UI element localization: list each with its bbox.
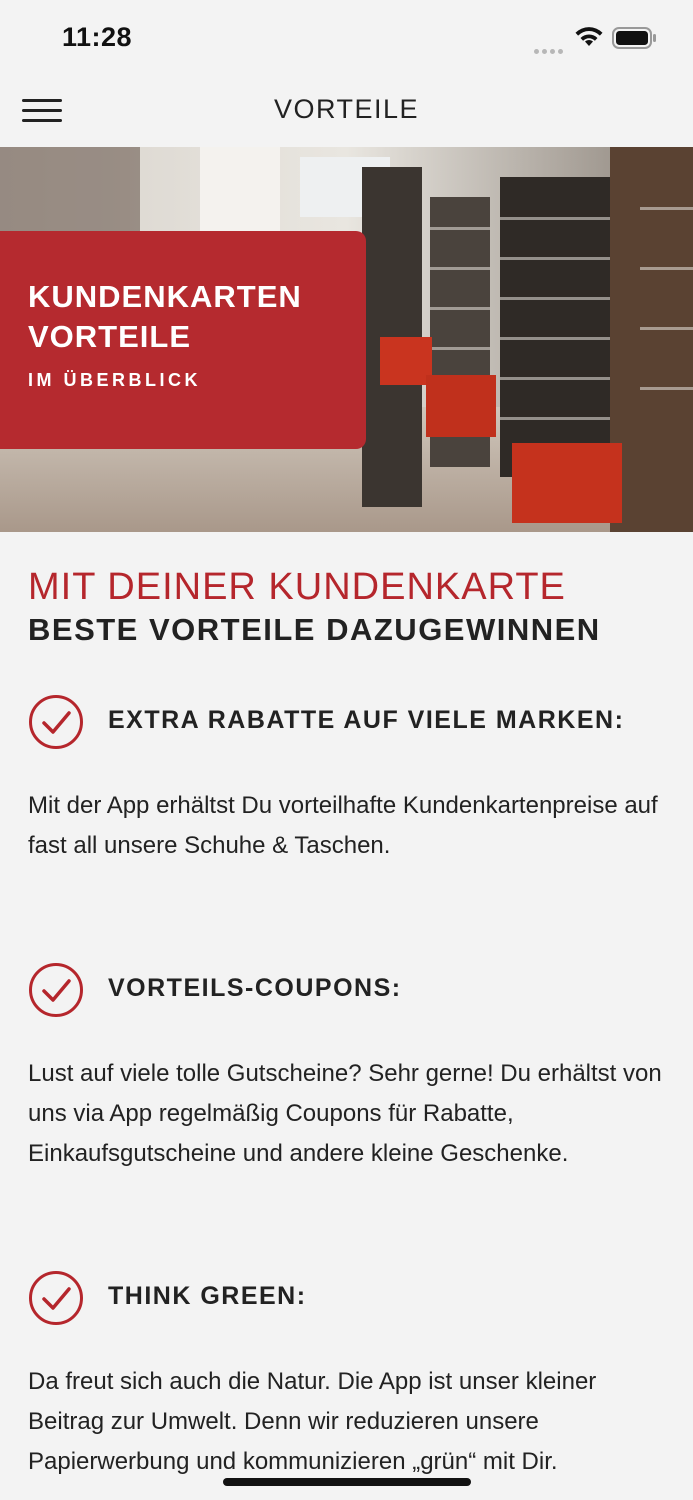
check-circle-icon [29,963,83,1017]
benefit-title: THINK GREEN: [108,1282,307,1310]
check-circle-icon [29,695,83,749]
hero-card: KUNDENKARTEN VORTEILE IM ÜBERBLICK [0,231,366,449]
battery-icon [612,27,656,49]
hero-title-line1: KUNDENKARTEN [28,279,302,314]
benefit-title: EXTRA RABATTE AUF VIELE MARKEN: [108,706,625,734]
hero-subtitle: IM ÜBERBLICK [28,370,201,390]
wifi-icon [575,27,603,46]
nav-bar: VORTEILE [0,76,693,146]
status-bar: 11:28 [0,0,693,76]
hero-banner: KUNDENKARTEN VORTEILE IM ÜBERBLICK [0,147,693,532]
status-time: 11:28 [62,22,133,52]
benefit-text: Lust auf viele tolle Gutscheine? Sehr ge… [28,1060,662,1167]
benefit-title: VORTEILS-COUPONS: [108,974,402,1002]
check-circle-icon [29,1271,83,1325]
headline-red: MIT DEINER KUNDENKARTE [28,566,566,608]
page-title: VORTEILE [273,94,420,124]
hero-title-line2: VORTEILE [28,319,192,354]
headline-dark: BESTE VORTEILE DAZUGEWINNEN [28,612,601,647]
home-indicator[interactable] [223,1478,471,1486]
benefit-text: Da freut sich auch die Natur. Die App is… [28,1368,597,1475]
benefit-text: Mit der App erhältst Du vorteilhafte Kun… [28,792,658,859]
signal-icon [534,41,566,54]
